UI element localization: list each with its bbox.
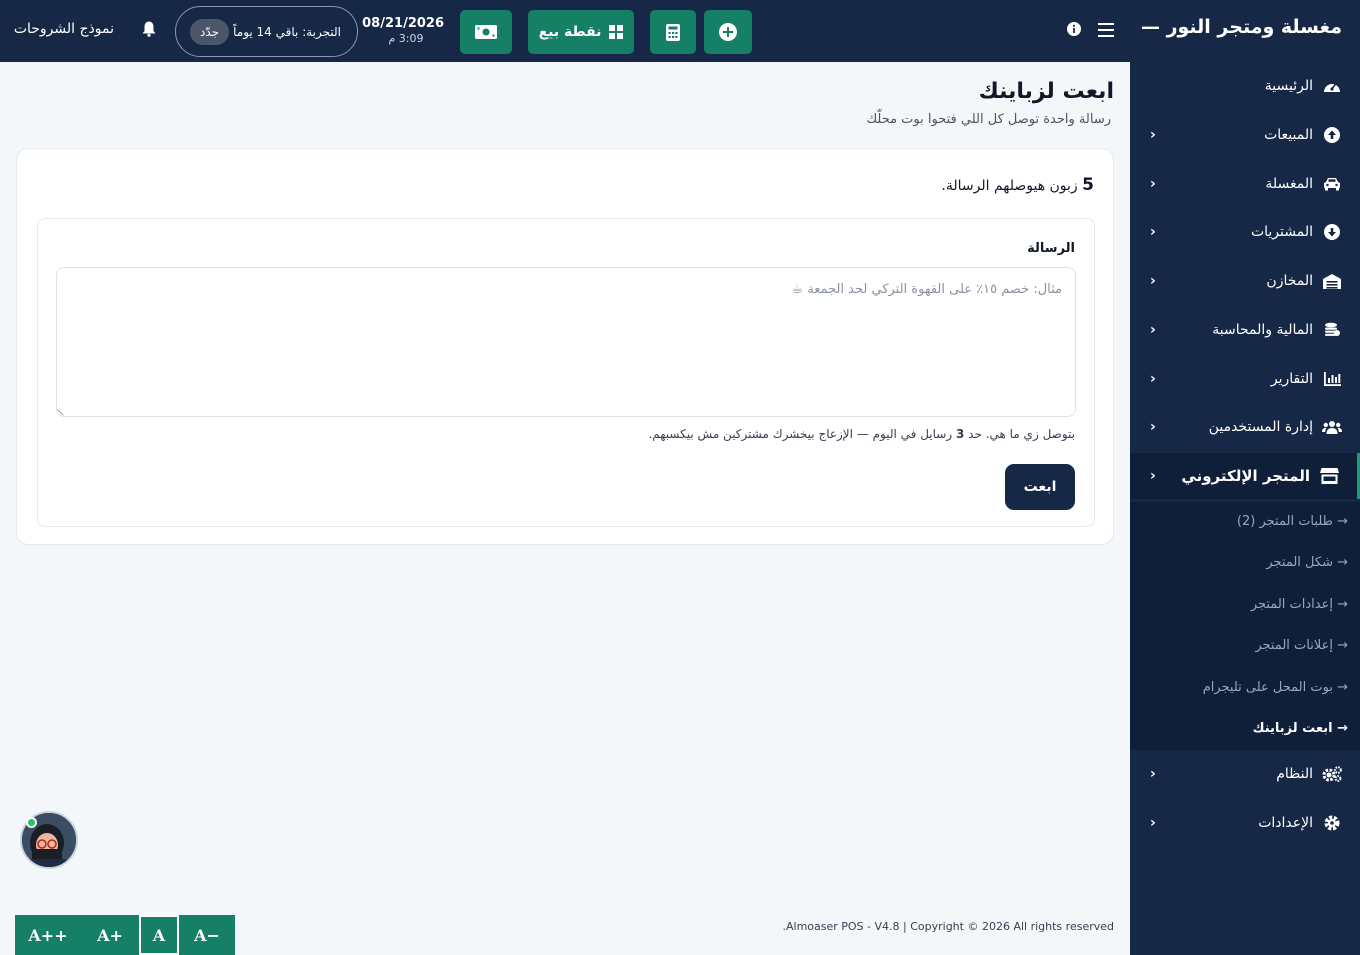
tutorials-link[interactable]: نموذج الشروحات xyxy=(14,21,114,37)
dashboard-icon xyxy=(1322,76,1342,96)
menu-icon[interactable] xyxy=(1097,21,1115,39)
footer-copyright: Almoaser POS - V4.8 | Copyright © 2026 A… xyxy=(782,920,1114,933)
top-bar: مغسلة ومتجر النور — نقطة بيع 08/21/2026 … xyxy=(0,0,1360,62)
chevron-icon: ‹ xyxy=(1150,127,1156,143)
sidebar-item-label: إدارة المستخدمين xyxy=(1208,419,1313,435)
resize-handle-icon[interactable] xyxy=(57,404,69,416)
chevron-icon: ‹ xyxy=(1150,815,1156,831)
sidebar-item-home[interactable]: الرئيسية xyxy=(1130,63,1360,109)
users-icon xyxy=(1322,417,1342,437)
sidebar-item-label: المبيعات xyxy=(1264,127,1313,143)
renew-button[interactable]: جدّد xyxy=(190,18,230,45)
info-icon[interactable] xyxy=(1066,21,1082,37)
broadcast-card: 5 زبون هيوصلهم الرسالة. الرسالة مثال: خص… xyxy=(16,148,1114,545)
chevron-icon: ‹ xyxy=(1150,322,1156,338)
page-subtitle: رسالة واحدة توصل كل اللي فتحوا بوت محلّك xyxy=(866,112,1111,127)
cogs-icon xyxy=(1322,764,1342,784)
sidebar-item-purchases[interactable]: المشتريات ‹ xyxy=(1130,209,1360,255)
gear-icon xyxy=(1322,813,1342,833)
sidebar-item-warehouses[interactable]: المخازن ‹ xyxy=(1130,258,1360,304)
sidebar-item-reports[interactable]: التقارير ‹ xyxy=(1130,356,1360,402)
chevron-icon: ‹ xyxy=(1150,419,1156,435)
font-size-smaller-button[interactable]: A− xyxy=(179,915,235,955)
message-textarea[interactable]: مثال: خصم ١٥٪ على القهوة التركي لحد الجم… xyxy=(56,267,1076,417)
store-icon xyxy=(1319,466,1339,486)
bell-icon[interactable] xyxy=(141,21,157,37)
online-status-dot xyxy=(26,817,37,828)
hint-limit: 3 xyxy=(955,427,965,441)
font-size-larger-button[interactable]: A+ xyxy=(81,915,139,955)
recipients-count: 5 xyxy=(1082,175,1094,195)
sidebar-item-sales[interactable]: المبيعات ‹ xyxy=(1130,112,1360,158)
sidebar-item-laundry[interactable]: المغسلة ‹ xyxy=(1130,161,1360,207)
cash-button[interactable] xyxy=(460,10,512,54)
hint-before: بتوصل زي ما هي. حد xyxy=(968,427,1075,441)
chevron-icon: ‹ xyxy=(1150,468,1156,484)
submenu-item-store-appearance[interactable]: → شكل المتجر xyxy=(1266,555,1348,570)
font-size-default-button[interactable]: A xyxy=(139,915,179,955)
hint-after: رسايل في اليوم — الإزعاج بيخشرك مشتركين … xyxy=(648,427,953,441)
calculator-button[interactable] xyxy=(650,10,696,54)
chevron-icon: ‹ xyxy=(1150,766,1156,782)
sidebar-item-label: التقارير xyxy=(1270,371,1313,387)
calculator-icon xyxy=(666,23,680,41)
trial-text: التجربة: باقي 14 يوماً xyxy=(233,24,341,39)
car-icon xyxy=(1322,174,1342,194)
coins-icon xyxy=(1322,320,1342,340)
send-button[interactable]: ابعت xyxy=(1005,464,1075,510)
brand-title[interactable]: مغسلة ومتجر النور — xyxy=(1141,16,1342,38)
chevron-icon: ‹ xyxy=(1150,273,1156,289)
recipients-summary: 5 زبون هيوصلهم الرسالة. xyxy=(941,175,1094,195)
store-submenu: → طلبات المتجر (2) → شكل المتجر → إعدادا… xyxy=(1130,502,1360,750)
sidebar-item-finance[interactable]: المالية والمحاسبة ‹ xyxy=(1130,307,1360,353)
date-time: 08/21/2026 3:09 م xyxy=(362,16,444,45)
money-bill-icon xyxy=(475,25,497,39)
sidebar-item-label: المالية والمحاسبة xyxy=(1212,322,1313,338)
sidebar-item-label: الإعدادات xyxy=(1258,815,1313,831)
submenu-item-store-settings[interactable]: → إعدادات المتجر xyxy=(1251,597,1348,612)
pos-button-label: نقطة بيع xyxy=(538,24,602,40)
submenu-item-store-ads[interactable]: → إعلانات المتجر xyxy=(1255,638,1348,653)
sidebar-item-label: المتجر الإلكتروني xyxy=(1181,467,1310,485)
submenu-item-store-orders[interactable]: → طلبات المتجر (2) xyxy=(1237,514,1348,529)
arrow-down-circle-icon xyxy=(1322,222,1342,242)
chevron-icon: ‹ xyxy=(1150,224,1156,240)
sidebar-item-label: المشتريات xyxy=(1250,224,1313,240)
sidebar-item-label: الرئيسية xyxy=(1264,78,1313,94)
message-hint: بتوصل زي ما هي. حد 3 رسايل في اليوم — ال… xyxy=(648,427,1075,441)
sidebar: الرئيسية المبيعات ‹ المغسلة ‹ المشتريات … xyxy=(1130,62,1360,955)
sidebar-item-label: المخازن xyxy=(1266,273,1313,289)
chevron-icon: ‹ xyxy=(1150,371,1156,387)
current-date: 08/21/2026 xyxy=(362,16,444,31)
font-size-controls: A++ A+ A A− xyxy=(15,915,235,955)
arrow-up-circle-icon xyxy=(1322,125,1342,145)
sidebar-item-users[interactable]: إدارة المستخدمين ‹ xyxy=(1130,404,1360,450)
sidebar-item-label: النظام xyxy=(1276,766,1313,782)
pos-button[interactable]: نقطة بيع xyxy=(528,10,634,54)
sidebar-item-label: المغسلة xyxy=(1265,176,1313,192)
submenu-item-telegram-bot[interactable]: → بوت المحل على تليجرام xyxy=(1203,680,1348,695)
chevron-icon: ‹ xyxy=(1150,176,1156,192)
sidebar-item-settings[interactable]: الإعدادات ‹ xyxy=(1130,800,1360,846)
plus-circle-icon xyxy=(719,23,737,41)
page-title: ابعت لزباينك xyxy=(978,79,1114,104)
trial-badge: التجربة: باقي 14 يوماً جدّد xyxy=(175,6,358,57)
submenu-item-broadcast[interactable]: → ابعت لزباينك xyxy=(1253,721,1348,736)
message-label: الرسالة xyxy=(1027,241,1075,256)
add-button[interactable] xyxy=(704,10,752,54)
message-form: الرسالة مثال: خصم ١٥٪ على القهوة التركي … xyxy=(37,218,1095,527)
sidebar-item-online-store[interactable]: المتجر الإلكتروني ‹ xyxy=(1130,453,1360,499)
message-placeholder: مثال: خصم ١٥٪ على القهوة التركي لحد الجم… xyxy=(791,282,1062,297)
sidebar-item-system[interactable]: النظام ‹ xyxy=(1130,751,1360,797)
recipients-text: زبون هيوصلهم الرسالة. xyxy=(941,178,1078,194)
current-time: 3:09 م xyxy=(388,32,424,45)
chart-icon xyxy=(1322,369,1342,389)
font-size-largest-button[interactable]: A++ xyxy=(15,915,81,955)
warehouse-icon xyxy=(1322,271,1342,291)
grid-icon xyxy=(609,25,624,39)
